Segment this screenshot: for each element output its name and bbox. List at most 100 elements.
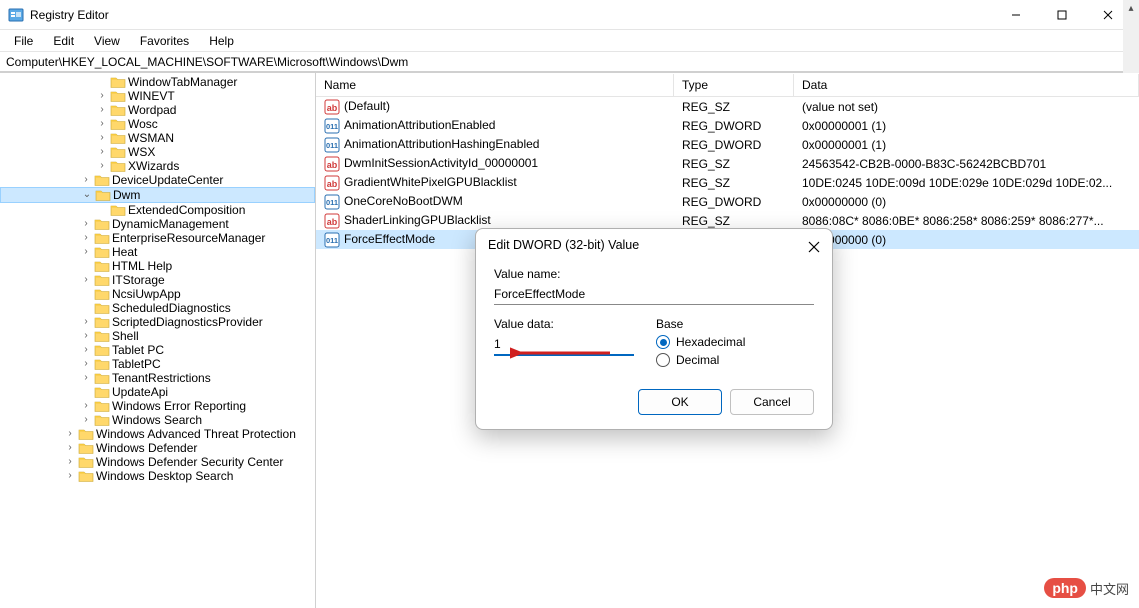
chevron-right-icon[interactable]: › [80,344,92,356]
tree-item[interactable]: ›Heat [0,245,315,259]
tree-item[interactable]: ›Windows Search [0,413,315,427]
tree-item[interactable]: ·UpdateApi [0,385,315,399]
menu-view[interactable]: View [86,32,128,50]
tree-item-label: Tablet PC [112,343,164,357]
dword-value-icon: 011 [324,137,340,153]
menu-help[interactable]: Help [201,32,242,50]
chevron-right-icon[interactable]: › [64,428,76,440]
value-data-input[interactable] [494,335,634,356]
tree-item-label: NcsiUwpApp [112,287,181,301]
tree-item[interactable]: ›TabletPC [0,357,315,371]
tree-item[interactable]: ›Windows Defender Security Center [0,455,315,469]
tree-item[interactable]: ›Windows Defender [0,441,315,455]
tree-item[interactable]: ·ScheduledDiagnostics [0,301,315,315]
chevron-right-icon[interactable]: › [80,218,92,230]
folder-icon [94,329,110,343]
chevron-right-icon[interactable]: › [80,174,92,186]
chevron-right-icon[interactable]: › [80,246,92,258]
tree-item[interactable]: ·NcsiUwpApp [0,287,315,301]
column-name[interactable]: Name [316,74,674,96]
chevron-right-icon[interactable]: › [80,414,92,426]
tree-item[interactable]: ›EnterpriseResourceManager [0,231,315,245]
tree-item[interactable]: ·WindowTabManager [0,75,315,89]
tree-item[interactable]: ›DynamicManagement [0,217,315,231]
radio-decimal[interactable]: Decimal [656,353,814,367]
menu-file[interactable]: File [6,32,41,50]
tree-item[interactable]: ›ITStorage [0,273,315,287]
chevron-right-icon[interactable]: › [64,470,76,482]
tree-item[interactable]: ›Windows Error Reporting [0,399,315,413]
tree-item[interactable]: › WSMAN [0,131,315,145]
value-data: 0x00000000 (0) [796,195,1139,209]
chevron-right-icon[interactable]: › [64,442,76,454]
folder-icon [110,159,126,173]
svg-text:011: 011 [326,198,338,207]
addressbar[interactable]: Computer\HKEY_LOCAL_MACHINE\SOFTWARE\Mic… [0,52,1139,72]
tree-item[interactable]: ›DeviceUpdateCenter [0,173,315,187]
column-type[interactable]: Type [674,74,794,96]
tree-item-label: UpdateApi [112,385,168,399]
value-data: 24563542-CB2B-0000-B83C-56242BCBD701 [796,157,1139,171]
chevron-right-icon[interactable]: › [96,90,108,102]
chevron-right-icon[interactable]: › [96,160,108,172]
list-row[interactable]: ab(Default)REG_SZ(value not set) [316,97,1139,116]
folder-icon [94,385,110,399]
ok-button[interactable]: OK [638,389,722,415]
tree-item[interactable]: ›TenantRestrictions [0,371,315,385]
chevron-right-icon[interactable]: › [80,358,92,370]
tree-item-label: WSMAN [128,131,174,145]
chevron-right-icon[interactable]: › [96,146,108,158]
tree-item[interactable]: ·ExtendedComposition [0,203,315,217]
tree-item[interactable]: ›Windows Desktop Search [0,469,315,483]
dword-value-icon: 011 [324,232,340,248]
list-row[interactable]: 011OneCoreNoBootDWMREG_DWORD0x00000000 (… [316,192,1139,211]
radio-hexadecimal[interactable]: Hexadecimal [656,335,814,349]
folder-icon [78,469,94,483]
tree-item[interactable]: ›Wosc [0,117,315,131]
chevron-right-icon[interactable]: › [80,316,92,328]
window-minimize-button[interactable] [993,0,1039,29]
dialog-title: Edit DWORD (32-bit) Value [476,229,832,261]
string-value-icon: ab [324,175,340,191]
menu-favorites[interactable]: Favorites [132,32,197,50]
tree-item[interactable]: ›WSX [0,145,315,159]
dialog-close-button[interactable] [802,235,826,259]
list-row[interactable]: 011AnimationAttributionHashingEnabledREG… [316,135,1139,154]
column-data[interactable]: Data [794,74,1139,96]
folder-icon [94,287,110,301]
chevron-right-icon[interactable]: › [80,232,92,244]
chevron-right-icon[interactable]: › [64,456,76,468]
watermark: php 中文网 [1044,578,1129,598]
address-path[interactable]: Computer\HKEY_LOCAL_MACHINE\SOFTWARE\Mic… [6,55,408,69]
chevron-right-icon[interactable]: › [80,400,92,412]
window-title: Registry Editor [30,8,993,22]
menu-edit[interactable]: Edit [45,32,82,50]
tree-item[interactable]: ›XWizards [0,159,315,173]
tree-pane[interactable]: ·WindowTabManager›WINEVT›Wordpad›Wosc›WS… [0,73,316,608]
chevron-right-icon[interactable]: › [96,104,108,116]
tree-item[interactable]: ›Windows Advanced Threat Protection [0,427,315,441]
value-name: ForceEffectMode [344,232,435,246]
window-maximize-button[interactable] [1039,0,1085,29]
chevron-right-icon[interactable]: › [80,330,92,342]
chevron-right-icon[interactable]: › [80,274,92,286]
value-name-input[interactable] [494,285,814,305]
chevron-down-icon[interactable]: ⌄ [81,189,93,201]
tree-item[interactable]: ›Wordpad [0,103,315,117]
chevron-right-icon[interactable]: › [96,118,108,130]
value-type: REG_SZ [676,100,796,114]
list-row[interactable]: abDwmInitSessionActivityId_00000001REG_S… [316,154,1139,173]
value-type: REG_SZ [676,157,796,171]
folder-icon [94,301,110,315]
tree-item[interactable]: ›Shell [0,329,315,343]
tree-item[interactable]: ⌄Dwm [0,187,315,203]
chevron-right-icon[interactable]: › [96,132,108,144]
list-row[interactable]: 011AnimationAttributionEnabledREG_DWORD0… [316,116,1139,135]
tree-item[interactable]: ›ScriptedDiagnosticsProvider [0,315,315,329]
list-row[interactable]: abGradientWhitePixelGPUBlacklistREG_SZ10… [316,173,1139,192]
tree-item[interactable]: ·HTML Help [0,259,315,273]
tree-item[interactable]: ›WINEVT [0,89,315,103]
tree-item[interactable]: › Tablet PC [0,343,315,357]
cancel-button[interactable]: Cancel [730,389,814,415]
chevron-right-icon[interactable]: › [80,372,92,384]
